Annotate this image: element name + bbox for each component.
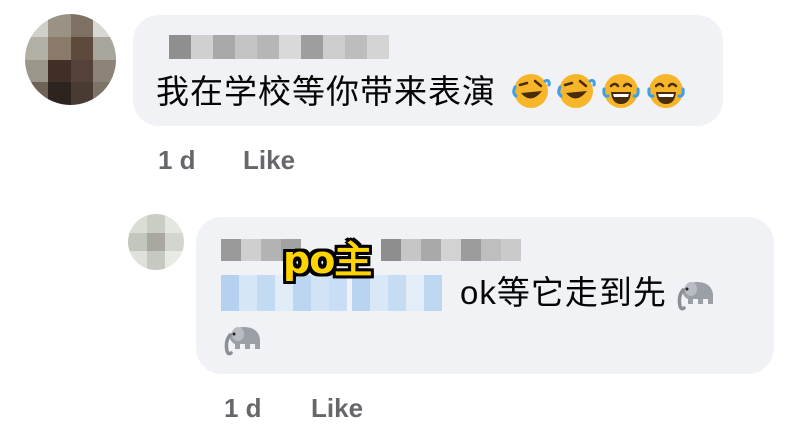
comment-timestamp[interactable]: 1 d [158, 145, 196, 176]
po-owner-tag: po主 [283, 238, 372, 282]
reply-text: ok等它走到先 [460, 274, 667, 311]
elephant-emoji [224, 327, 260, 356]
tears-of-joy-emoji [647, 74, 685, 108]
blurred-username[interactable] [169, 35, 389, 59]
tears-of-joy-emoji [602, 74, 640, 108]
rolling-laughing-emoji [557, 74, 596, 108]
comment-text: 我在学校等你带来表演 [156, 73, 496, 110]
like-button[interactable]: Like [311, 393, 363, 424]
commenter-avatar[interactable] [25, 14, 116, 105]
elephant-emoji [677, 282, 713, 311]
comment-bubble: 我在学校等你带来表演 [133, 15, 723, 126]
rolling-laughing-emoji [512, 74, 551, 108]
reply-timestamp[interactable]: 1 d [224, 393, 262, 424]
replier-avatar[interactable] [128, 214, 184, 270]
like-button[interactable]: Like [243, 145, 295, 176]
